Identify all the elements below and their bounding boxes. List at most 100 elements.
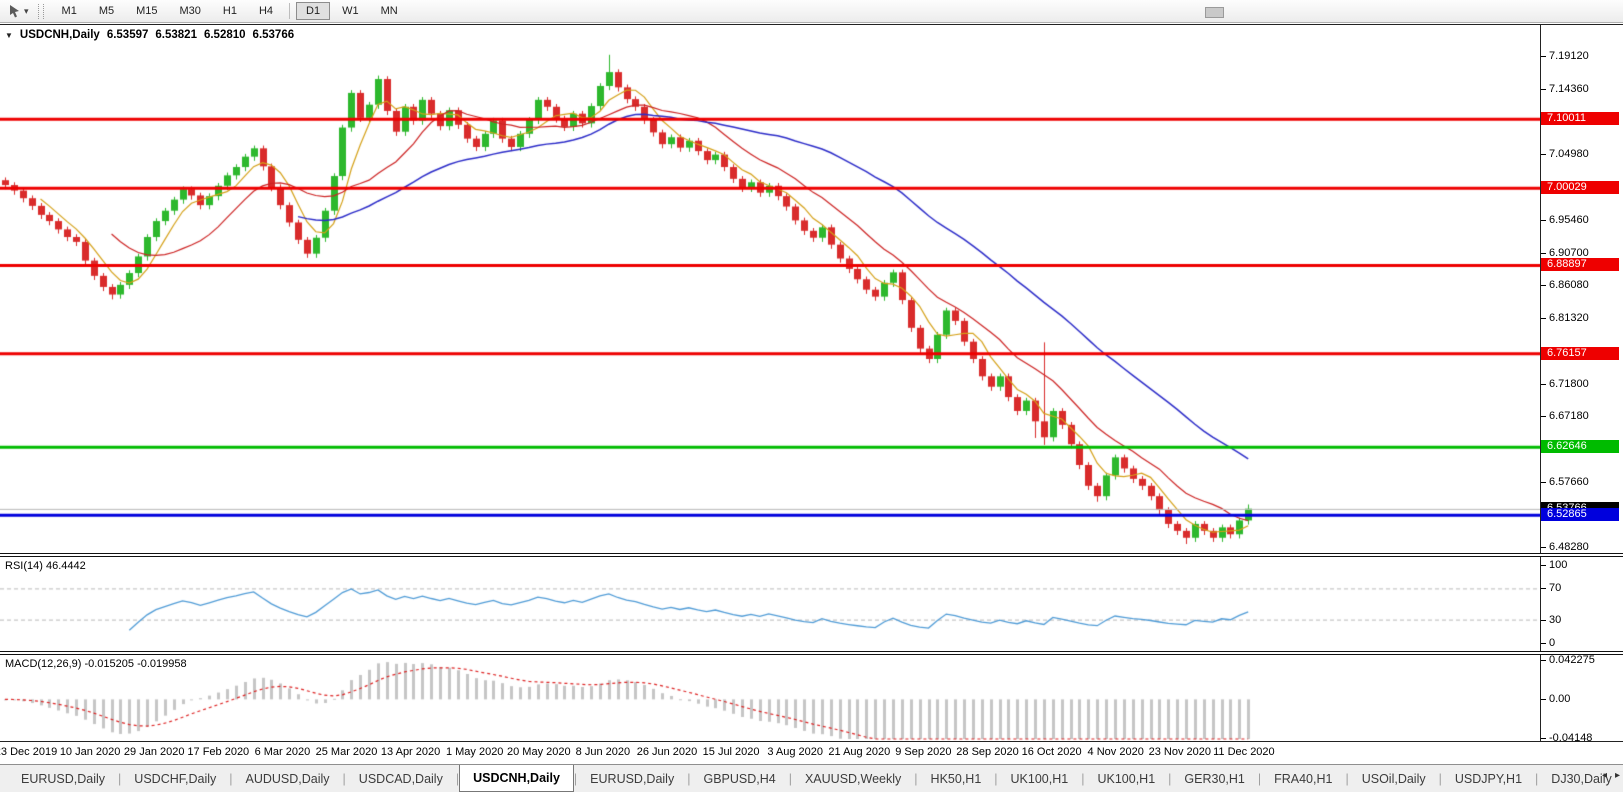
time-axis-label: 9 Sep 2020 (895, 746, 952, 758)
tab-ger30-h1[interactable]: GER30,H1 (1171, 765, 1257, 792)
price-axis-tick: 6.57660 (1541, 475, 1589, 488)
time-axis-label: 23 Dec 2019 (0, 746, 58, 758)
toolbar-drag-handle[interactable] (37, 3, 44, 19)
ohlc-low: 6.52810 (203, 29, 246, 41)
toolbar-separator (289, 3, 291, 19)
rsi-label: RSI(14) 46.4442 (5, 560, 86, 572)
ohlc-high: 6.53821 (155, 29, 197, 41)
rsi-axis-tick: 100 (1540, 559, 1568, 571)
time-axis-label: 10 Jan 2020 (59, 746, 121, 758)
timeframe-button-H4[interactable]: H4 (249, 2, 283, 20)
tab-usdjpy-h1[interactable]: USDJPY,H1 (1442, 765, 1535, 792)
rsi-axis[interactable]: 100 70 30 0 (1540, 557, 1623, 651)
price-level-badge: 7.10011 (1541, 112, 1619, 126)
timeframe-button-M5[interactable]: M5 (89, 2, 124, 20)
price-axis-tick: 6.90700 (1541, 246, 1589, 259)
time-axis-label: 29 Jan 2020 (123, 746, 185, 758)
timeframe-button-M1[interactable]: M1 (52, 2, 87, 20)
price-axis-tick: 6.67180 (1541, 409, 1589, 422)
macd-axis-tick: 0.00 (1540, 693, 1571, 706)
time-axis-label: 28 Sep 2020 (956, 746, 1019, 758)
time-axis-label: 4 Nov 2020 (1087, 746, 1144, 758)
rsi-panel: 100 70 30 0 RSI(14) 46.4442 (0, 557, 1623, 651)
macd-panel: 0.042275 0.00 -0.04148 MACD(12,26,9) -0.01… (0, 654, 1623, 744)
time-axis-label: 3 Aug 2020 (767, 746, 824, 758)
price-level-badge: 6.62646 (1541, 440, 1619, 454)
ohlc-close: 6.53766 (252, 29, 295, 41)
tab-usdcad-daily[interactable]: USDCAD,Daily (346, 765, 456, 792)
rsi-axis-tick: 0 (1540, 637, 1556, 649)
tab-scroll-right-button[interactable]: ▸ (1615, 770, 1620, 781)
macd-axis[interactable]: 0.042275 0.00 -0.04148 (1540, 654, 1623, 744)
chart-scrollbar-thumb[interactable] (1205, 7, 1224, 18)
collapse-triangle-icon[interactable]: ▼ (5, 31, 13, 40)
timeframe-button-MN[interactable]: MN (371, 2, 408, 20)
price-axis-tick: 6.71800 (1541, 377, 1589, 390)
time-axis-label: 17 Feb 2020 (187, 746, 250, 758)
price-axis-tick: 6.86080 (1541, 278, 1589, 291)
tab-eurusd-daily[interactable]: EURUSD,Daily (8, 765, 118, 792)
price-level-badge: 7.00029 (1541, 181, 1619, 195)
tab-uk100-h1[interactable]: UK100,H1 (1084, 765, 1168, 792)
time-axis-label: 8 Jun 2020 (575, 746, 631, 758)
price-axis[interactable]: 7.19120 7.14360 7.04980 6.95460 6.90700 6.860… (1540, 25, 1623, 553)
tab-fra40-h1[interactable]: FRA40,H1 (1261, 765, 1345, 792)
macd-label: MACD(12,26,9) -0.015205 -0.019958 (5, 658, 187, 670)
price-axis-tick: 7.19120 (1541, 50, 1589, 63)
chart-window: 7.19120 7.14360 7.04980 6.95460 6.90700 6.860… (0, 24, 1623, 744)
toolbar: ▾ M1 M5 M15 M30 H1 H4 D1 W1 MN (0, 0, 1623, 23)
macd-axis-tick: 0.042275 (1541, 654, 1595, 666)
time-axis-label: 15 Jul 2020 (702, 746, 760, 758)
timeframe-group: M1 M5 M15 M30 H1 H4 D1 W1 MN (51, 2, 409, 20)
timeframe-button-W1[interactable]: W1 (332, 2, 369, 20)
price-level-badge: 6.76157 (1541, 346, 1619, 360)
rsi-canvas[interactable] (0, 557, 1540, 651)
time-axis-label: 11 Dec 2020 (1213, 746, 1275, 758)
tab-xauusd-weekly[interactable]: XAUUSD,Weekly (792, 765, 914, 792)
timeframe-button-D1[interactable]: D1 (296, 2, 331, 20)
price-axis-tick: 6.81320 (1541, 311, 1589, 324)
time-axis-label: 1 May 2020 (445, 746, 504, 758)
cursor-tool-icon (10, 5, 19, 18)
rsi-axis-tick: 70 (1540, 582, 1562, 595)
price-level-badge: 6.52865 (1541, 508, 1619, 522)
price-axis-tick: 7.14360 (1541, 83, 1589, 96)
time-axis-label: 6 Mar 2020 (254, 746, 311, 758)
chart-symbol-label: USDCNH,Daily (19, 29, 100, 41)
ohlc-open: 6.53597 (106, 29, 149, 41)
tab-scroll-controls: ◂ ▸ (1602, 770, 1620, 781)
cursor-tool-button[interactable]: ▾ (4, 3, 33, 19)
tab-scroll-left-button[interactable]: ◂ (1602, 770, 1607, 781)
tab-usdcnh-daily[interactable]: USDCNH,Daily (459, 765, 574, 792)
main-chart-panel: 7.19120 7.14360 7.04980 6.95460 6.90700 6.860… (0, 25, 1623, 553)
time-axis-label: 13 Apr 2020 (380, 746, 441, 758)
rsi-axis-tick: 30 (1540, 613, 1562, 626)
time-axis-label: 16 Oct 2020 (1021, 746, 1082, 758)
tab-eurusd-daily[interactable]: EURUSD,Daily (577, 765, 687, 792)
timeframe-button-M30[interactable]: M30 (170, 2, 211, 20)
chart-header: ▼ USDCNH,Daily 6.53597 6.53821 6.52810 6… (5, 29, 294, 41)
time-axis-label: 23 Nov 2020 (1148, 746, 1211, 758)
main-chart-canvas[interactable] (0, 25, 1540, 553)
price-axis-tick: 7.04980 (1541, 148, 1589, 161)
time-axis-label: 25 Mar 2020 (315, 746, 378, 758)
timeframe-button-H1[interactable]: H1 (213, 2, 247, 20)
price-axis-tick: 6.95460 (1541, 213, 1589, 226)
caret-down-icon: ▾ (24, 6, 29, 16)
macd-canvas[interactable] (0, 655, 1540, 741)
tab-audusd-daily[interactable]: AUDUSD,Daily (233, 765, 343, 792)
timeframe-button-M15[interactable]: M15 (126, 2, 167, 20)
price-axis-tick: 6.48280 (1541, 540, 1589, 553)
price-level-badge: 6.88897 (1541, 258, 1619, 272)
time-axis-label: 21 Aug 2020 (828, 746, 891, 758)
tab-hk50-h1[interactable]: HK50,H1 (918, 765, 995, 792)
time-axis[interactable]: 23 Dec 2019 10 Jan 2020 29 Jan 2020 17 Feb … (0, 742, 1623, 764)
tab-gbpusd-h4[interactable]: GBPUSD,H4 (690, 765, 788, 792)
tab-usdchf-daily[interactable]: USDCHF,Daily (121, 765, 229, 792)
tab-usoil-daily[interactable]: USOil,Daily (1349, 765, 1439, 792)
tab-bar: EURUSD,Daily | USDCHF,Daily | AUDUSD,Daily | U… (0, 764, 1623, 792)
tab-uk100-h1[interactable]: UK100,H1 (998, 765, 1082, 792)
time-axis-label: 20 May 2020 (506, 746, 571, 758)
time-axis-label: 26 Jun 2020 (636, 746, 698, 758)
mt4-window: ▾ M1 M5 M15 M30 H1 H4 D1 W1 MN 7.19120 7.14360 7.0… (0, 0, 1623, 792)
